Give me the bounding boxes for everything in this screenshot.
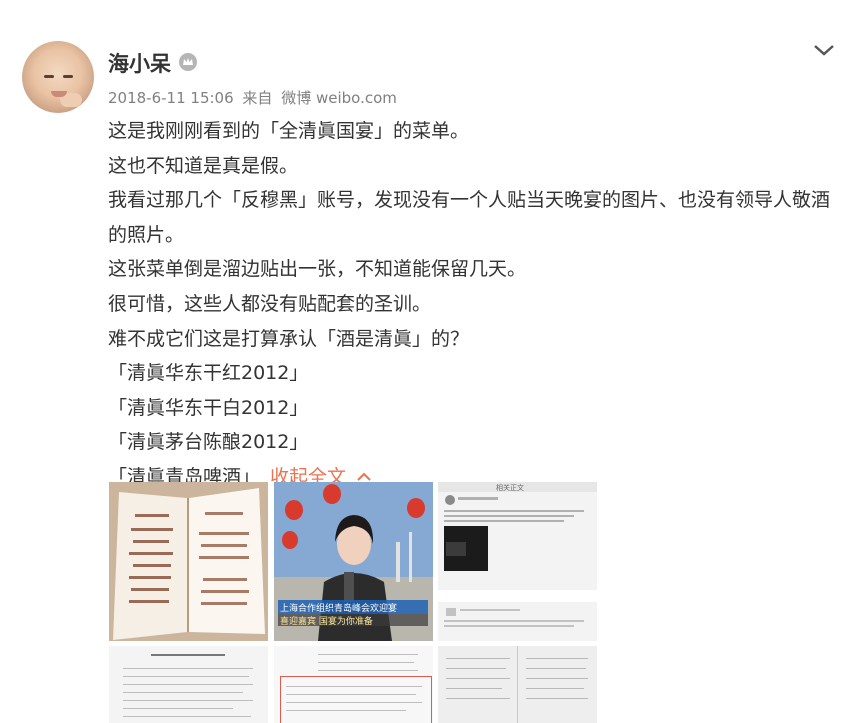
content-line: 「清眞华东干白2012」 [108,396,309,419]
svg-text:喜迎嘉宾 国宴为你准备: 喜迎嘉宾 国宴为你准备 [280,615,373,627]
image-thumbnail-book[interactable] [438,646,597,723]
image-thumbnail-screenshot[interactable]: 相关正文 [438,482,597,641]
post-source[interactable]: 微博 weibo.com [281,89,397,107]
news-anchor-image: 上海合作组织青岛峰会欢迎宴 喜迎嘉宾 国宴为你准备 [274,482,433,641]
svg-text:上海合作组织青岛峰会欢迎宴: 上海合作组织青岛峰会欢迎宴 [280,602,397,614]
content-line: 「清眞茅台陈酿2012」 [108,431,309,454]
chevron-down-icon[interactable] [812,42,836,58]
svg-text:相关正文: 相关正文 [496,483,524,492]
chevron-up-icon [357,473,371,482]
post-content: 这是我刚刚看到的「全清眞国宴」的菜单。 这也不知道是真是假。 我看过那几个「反穆… [108,114,833,495]
content-line: 我看过那几个「反穆黑」账号，发现没有一个人贴当天晚宴的图片、也没有领导人敬酒的照… [108,189,831,246]
image-thumbnail-menu[interactable] [109,482,268,641]
content-line: 这也不知道是真是假。 [108,154,299,177]
image-thumbnail-news[interactable]: 上海合作组织青岛峰会欢迎宴 喜迎嘉宾 国宴为你准备 [274,482,433,641]
menu-card-image [109,482,268,641]
content-line: 这张菜单倒是溜边贴出一张，不知道能保留几天。 [108,258,527,281]
author-name[interactable]: 海小呆 [108,48,171,78]
image-thumbnail-document-1[interactable] [109,646,268,723]
avatar[interactable] [22,41,94,113]
avatar-eye-right [63,75,73,78]
avatar-eye-left [44,75,54,78]
content-line: 这是我刚刚看到的「全清眞国宴」的菜单。 [108,120,470,142]
content-line: 很可惜，这些人都没有贴配套的圣训。 [108,292,432,315]
post-meta: 2018-6-11 15:06 来自 微博 weibo.com [108,87,401,108]
screenshot-image: 相关正文 [438,482,597,641]
content-line: 难不成它们这是打算承认「酒是清眞」的？ [108,327,470,350]
post-date[interactable]: 2018-6-11 15:06 [108,89,234,107]
crown-badge-icon [179,53,197,71]
image-thumbnail-document-2[interactable] [274,646,433,723]
content-line: 「清眞华东干红2012」 [108,362,309,385]
source-prefix: 来自 [242,89,273,107]
